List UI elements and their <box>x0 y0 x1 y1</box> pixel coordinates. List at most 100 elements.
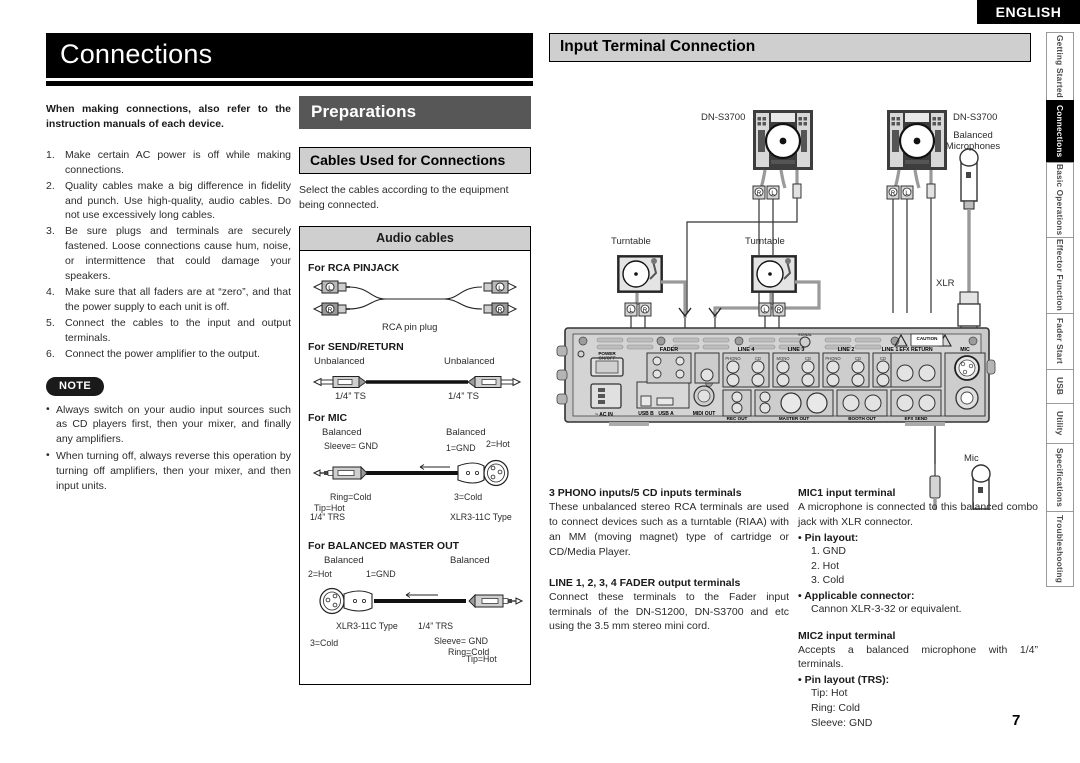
trs-plug <box>312 465 368 480</box>
cable-master-title: For BALANCED MASTER OUT <box>308 539 460 552</box>
tab-label: Utility <box>1055 411 1065 436</box>
master-left-balance: Balanced <box>324 554 364 566</box>
cd-right-rca-plugs: R L <box>886 183 936 200</box>
step-text: Be sure plugs and terminals are securely… <box>65 225 291 283</box>
mic-connector-row: 1/4” TRS XLR3-11C Type <box>308 512 522 532</box>
block-bullet: • Applicable connector: <box>798 589 915 602</box>
mic-left-balance: Balanced <box>322 426 362 438</box>
xlr-connector-left <box>319 587 373 614</box>
tab-fader-start[interactable]: Fader Start <box>1046 313 1074 369</box>
cable-mic-figure: Balanced Balanced Sleeve= GND 1=GND 2=Ho… <box>308 426 522 518</box>
svg-text:MIC: MIC <box>960 347 970 353</box>
step-number: 2. <box>46 179 55 192</box>
table-column-header: Audio cables <box>300 226 530 251</box>
block-sub-item: Ring: Cold <box>811 702 861 715</box>
block-heading: LINE 1, 2, 3, 4 FADER output terminals <box>549 576 741 589</box>
mic-right-balance: Balanced <box>446 426 486 438</box>
tab-utility[interactable]: Utility <box>1046 403 1074 443</box>
svg-text:BOOTH OUT: BOOTH OUT <box>848 416 876 421</box>
descriptions-left: 3 PHONO inputs/5 CD inputs terminals The… <box>549 487 789 634</box>
mic-pin1-label: 1=GND <box>446 442 476 453</box>
block-heading: MIC2 input terminal <box>798 629 896 642</box>
block-bullet: • Pin layout (TRS): <box>798 674 890 687</box>
mic-sleeve-label: Sleeve= GND <box>324 440 379 451</box>
tab-label: Effector Function <box>1055 239 1065 312</box>
descriptions-right: MIC1 input terminal A microphone is conn… <box>798 487 1038 730</box>
svg-text:EFX RETURN: EFX RETURN <box>899 347 932 353</box>
cable-rca-figure: L R L R RCA pin plug <box>308 276 522 336</box>
mic-right-connector: XLR3-11C Type <box>450 511 512 522</box>
tab-specifications[interactable]: Specifications <box>1046 443 1074 511</box>
page-number: 7 <box>1012 712 1021 729</box>
cable-sendreturn-figure: Unbalanced Unbalanced 1/4” TS 1/4” TS <box>308 355 522 403</box>
list-item: • Always switch on your audio input sourc… <box>46 403 291 448</box>
step-text: Make sure that all faders are at “zero”,… <box>65 285 291 313</box>
section-tab-strip[interactable]: Getting Started Connections Basic Operat… <box>1046 32 1074 587</box>
cable-rca-title: For RCA PINJACK <box>308 261 400 274</box>
label-xlr: XLR <box>936 278 955 289</box>
trs-plug-right <box>468 593 524 608</box>
block-body: These unbalanced stereo RCA terminals ar… <box>549 501 789 558</box>
master-pin1-label: 1=GND <box>366 568 396 579</box>
master-right-connector: 1/4” TRS <box>418 620 454 631</box>
cable-mic-title: For MIC <box>308 411 348 424</box>
svg-text:~ AC IN: ~ AC IN <box>595 412 613 418</box>
left-column: When making connections, also refer to t… <box>46 88 291 496</box>
step-text: Quality cables make a big difference in … <box>65 179 291 222</box>
label-mic: Mic <box>964 453 979 464</box>
bullet-icon: • <box>46 402 50 415</box>
title-rule <box>46 81 533 86</box>
turntable-left-rca: L R <box>624 302 692 318</box>
master-right-balance: Balanced <box>450 554 490 566</box>
label-cd-player-left: DN-S3700 <box>701 112 746 123</box>
tab-usb[interactable]: USB <box>1046 369 1074 403</box>
list-item: 2. Quality cables make a big difference i… <box>46 179 291 224</box>
notes-list: • Always switch on your audio input sourc… <box>46 403 291 494</box>
tab-basic-operations[interactable]: Basic Operations <box>1046 162 1074 237</box>
label-balanced-microphones: Balanced Microphones <box>937 130 1009 153</box>
rca-plug-right-r: R <box>483 302 518 316</box>
tab-connections[interactable]: Connections <box>1046 100 1074 162</box>
block-sub-item: 3. Cold <box>811 574 845 587</box>
block-sub-item: Sleeve: GND <box>811 716 873 729</box>
mic-pin2-label: 2=Hot <box>486 438 510 449</box>
svg-text:USB A: USB A <box>658 411 674 417</box>
cd-left-rca-plugs: R L <box>752 183 802 200</box>
list-item: 5. Connect the cables to the input and ou… <box>46 316 291 346</box>
block-sub-item: 2. Hot <box>811 559 840 572</box>
sendreturn-right-connector: 1/4” TS <box>448 390 479 402</box>
svg-text:L: L <box>498 285 502 292</box>
page-title: Connections <box>46 33 533 78</box>
step-text: Connect the cables to the input and outp… <box>65 316 291 344</box>
mic-cable-icon <box>312 459 509 486</box>
tab-label: Troubleshooting <box>1055 515 1065 583</box>
master-sleeve-label: Sleeve= GND <box>434 635 489 646</box>
label-turntable-left: Turntable <box>611 236 651 247</box>
svg-text:MONO: MONO <box>776 356 790 361</box>
middle-column: Preparations Cables Used for Connections… <box>299 96 531 685</box>
tab-label: Getting Started <box>1055 35 1065 98</box>
right-column: Input Terminal Connection R L R L L R L … <box>549 33 1031 510</box>
tab-label: Fader Start <box>1055 318 1065 365</box>
tab-effector-function[interactable]: Effector Function <box>1046 237 1074 313</box>
block-sub-item: 1. GND <box>811 544 847 557</box>
svg-text:R: R <box>643 308 648 314</box>
input-terminal-heading: Input Terminal Connection <box>549 33 1031 62</box>
cables-intro: Select the cables according to the equip… <box>299 184 509 211</box>
step-number: 6. <box>46 347 55 360</box>
rca-plug-left-r: R <box>312 302 350 316</box>
svg-text:MIDI OUT: MIDI OUT <box>693 411 716 417</box>
block-body: Connect these terminals to the Fader inp… <box>549 590 789 633</box>
svg-text:CD: CD <box>755 356 761 361</box>
cable-master-figure: Balanced Balanced 2=Hot 1=GND XLR3-11C T… <box>308 554 524 662</box>
block-heading: 3 PHONO inputs/5 CD inputs terminals <box>549 487 742 499</box>
tab-troubleshooting[interactable]: Troubleshooting <box>1046 511 1074 587</box>
svg-text:USB B: USB B <box>638 411 654 417</box>
audio-cables-table: Audio cables For RCA PINJACK L R L R RCA… <box>299 225 531 685</box>
svg-text:R: R <box>891 191 896 197</box>
tab-label: Basic Operations <box>1055 164 1065 236</box>
tab-getting-started[interactable]: Getting Started <box>1046 32 1074 100</box>
svg-text:PHONO: PHONO <box>725 356 741 361</box>
master-pin2-label: 2=Hot <box>308 568 332 579</box>
rca-plug-left-l: L <box>312 280 350 294</box>
